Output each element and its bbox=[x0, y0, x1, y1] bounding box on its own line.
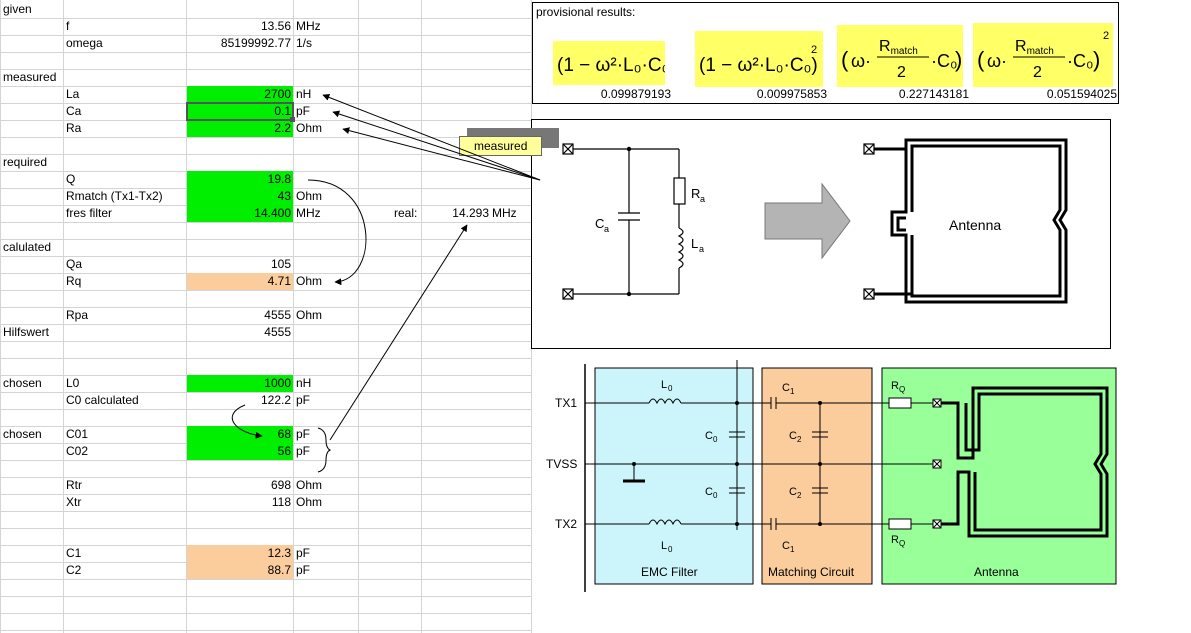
arrow-to-real bbox=[329, 224, 468, 441]
brace-c01-c02 bbox=[317, 427, 332, 473]
arrow-to-la bbox=[322, 94, 541, 181]
arrow-to-ra bbox=[342, 127, 541, 181]
arrow-to-ca bbox=[332, 110, 541, 181]
annotation-arrows bbox=[231, 94, 541, 473]
arrow-q-to-rq bbox=[307, 179, 367, 286]
arrow-c0calc-to-c01 bbox=[231, 404, 263, 439]
